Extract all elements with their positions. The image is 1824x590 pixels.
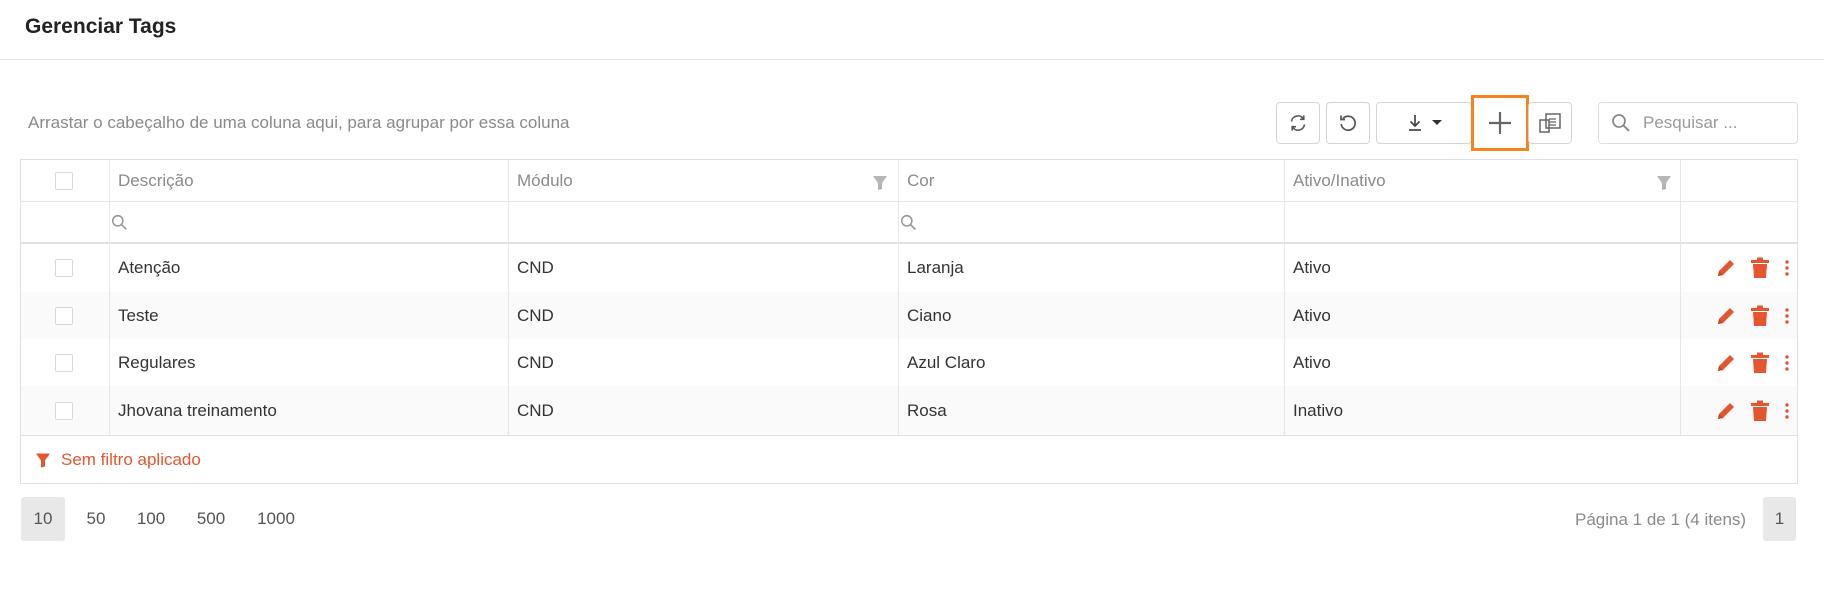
download-icon (1408, 115, 1421, 131)
search-input[interactable] (1641, 112, 1795, 134)
cell-ativo: Ativo (1293, 305, 1331, 325)
export-dropdown-button[interactable] (1376, 102, 1472, 144)
cell-modulo: CND (517, 258, 554, 277)
cell-modulo: CND (517, 352, 554, 372)
search-icon (1612, 114, 1630, 132)
cell-ativo: Inativo (1293, 400, 1344, 420)
cell-cor: Azul Claro (907, 352, 986, 372)
row-actions (1691, 244, 1791, 292)
reset-icon (1340, 115, 1356, 132)
more-vertical-icon[interactable] (1783, 353, 1791, 373)
search-icon (111, 214, 127, 230)
search-box[interactable] (1598, 102, 1798, 144)
table-row[interactable]: Regulares CND Azul Claro Ativo (21, 339, 1797, 386)
column-header-modulo[interactable]: Módulo (508, 160, 898, 201)
group-panel-hint: Arrastar o cabeçalho de uma coluna aqui,… (28, 113, 570, 132)
page-size-100[interactable]: 100 (130, 497, 172, 541)
column-divider (109, 160, 110, 435)
row-checkbox[interactable] (55, 353, 73, 372)
table-row[interactable]: Teste CND Ciano Ativo (21, 292, 1797, 339)
column-chooser-button[interactable] (1528, 102, 1572, 144)
row-checkbox[interactable] (55, 259, 73, 277)
page-size-50[interactable]: 50 (76, 497, 116, 541)
cell-descricao: Teste (118, 305, 159, 325)
cell-descricao: Regulares (118, 352, 196, 372)
filter-cor[interactable] (898, 202, 1284, 242)
column-header-cor[interactable]: Cor (898, 160, 1284, 201)
page-header (0, 0, 1824, 60)
filter-ativo[interactable] (1284, 202, 1680, 242)
data-grid: Descrição Módulo Cor Ativo/Inativo Atenç… (20, 159, 1798, 484)
row-select-cell (21, 292, 109, 339)
reset-button[interactable] (1326, 102, 1370, 144)
row-checkbox[interactable] (55, 401, 73, 420)
page-size-500[interactable]: 500 (189, 497, 233, 541)
filter-status-text: Sem filtro aplicado (61, 450, 201, 469)
add-button[interactable] (1471, 95, 1529, 151)
page-button-1[interactable]: 1 (1763, 497, 1796, 541)
page-size-10[interactable]: 10 (21, 497, 65, 541)
chevron-down-icon (1431, 120, 1442, 125)
column-divider (1680, 160, 1681, 435)
edit-icon[interactable] (1715, 352, 1737, 374)
table-row[interactable]: Atenção CND Laranja Ativo (21, 244, 1797, 292)
cell-modulo: CND (517, 305, 554, 325)
edit-icon[interactable] (1715, 305, 1737, 327)
filter-icon (36, 453, 50, 467)
select-all-checkbox[interactable] (55, 171, 73, 190)
more-vertical-icon[interactable] (1783, 401, 1791, 421)
search-icon (900, 214, 916, 230)
column-header-ativo[interactable]: Ativo/Inativo (1284, 160, 1680, 201)
filter-row (21, 202, 1797, 244)
more-vertical-icon[interactable] (1783, 258, 1791, 278)
cell-cor: Ciano (907, 305, 952, 325)
header-row: Descrição Módulo Cor Ativo/Inativo (21, 160, 1797, 202)
refresh-icon (1290, 115, 1306, 131)
cell-ativo: Ativo (1293, 258, 1331, 277)
row-actions (1691, 386, 1791, 435)
column-divider (1284, 160, 1285, 435)
cell-descricao: Jhovana treinamento (118, 400, 277, 420)
edit-icon[interactable] (1715, 400, 1737, 422)
page-info: Página 1 de 1 (4 itens) (1575, 510, 1747, 529)
row-actions (1691, 339, 1791, 386)
column-header-descricao[interactable]: Descrição (109, 160, 508, 201)
select-all-cell (21, 160, 109, 201)
column-divider (508, 160, 509, 435)
row-actions (1691, 292, 1791, 339)
table-row[interactable]: Jhovana treinamento CND Rosa Inativo (21, 386, 1797, 435)
refresh-button[interactable] (1276, 102, 1320, 144)
row-select-cell (21, 339, 109, 386)
cell-ativo: Ativo (1293, 352, 1331, 372)
trash-icon[interactable] (1750, 257, 1770, 279)
column-divider (898, 160, 899, 435)
cell-cor: Rosa (907, 400, 947, 420)
row-select-cell (21, 244, 109, 292)
page-title: Gerenciar Tags (25, 15, 177, 38)
row-checkbox[interactable] (55, 306, 73, 325)
page-size-1000[interactable]: 1000 (251, 497, 301, 541)
row-select-cell (21, 386, 109, 435)
filter-modulo[interactable] (508, 202, 898, 242)
cell-cor: Laranja (907, 258, 964, 277)
trash-icon[interactable] (1750, 305, 1770, 327)
more-vertical-icon[interactable] (1783, 306, 1791, 326)
edit-icon[interactable] (1715, 257, 1737, 279)
trash-icon[interactable] (1750, 400, 1770, 422)
header-filter-icon[interactable] (872, 175, 888, 191)
header-filter-icon[interactable] (1656, 175, 1672, 191)
trash-icon[interactable] (1750, 352, 1770, 374)
add-icon (1489, 112, 1511, 134)
filter-descricao[interactable] (109, 202, 508, 242)
cell-modulo: CND (517, 400, 554, 420)
cell-descricao: Atenção (118, 258, 181, 277)
filter-panel[interactable]: Sem filtro aplicado (21, 435, 1797, 484)
column-chooser-icon (1539, 113, 1561, 133)
